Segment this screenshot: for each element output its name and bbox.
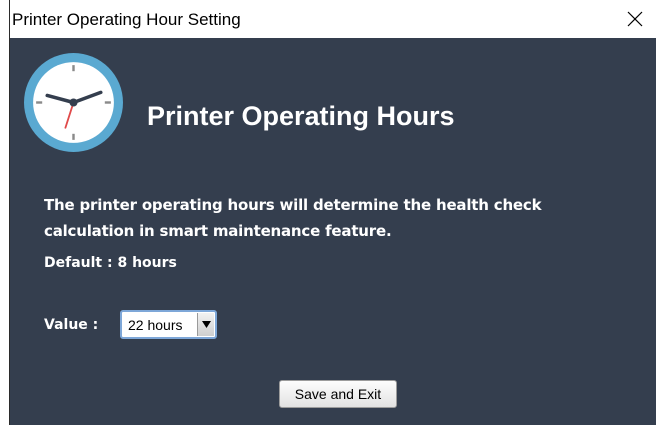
dialog-content: Printer Operating Hours The printer oper… [10, 38, 656, 425]
hours-select-value: 22 hours [128, 317, 183, 333]
save-and-exit-button[interactable]: Save and Exit [279, 380, 397, 408]
close-button[interactable] [614, 0, 656, 38]
description-text: The printer operating hours will determi… [44, 192, 542, 244]
hours-select[interactable]: 22 hours [120, 310, 217, 339]
close-icon [627, 11, 643, 27]
page-title: Printer Operating Hours [147, 101, 455, 131]
title-bar: Printer Operating Hour Setting [10, 0, 656, 38]
description-line-1: The printer operating hours will determi… [44, 196, 542, 214]
dialog-window: Printer Operating Hour Setting Printer O… [9, 0, 656, 425]
window-title: Printer Operating Hour Setting [12, 10, 241, 29]
description-line-2: calculation in smart maintenance feature… [44, 222, 392, 240]
default-value-text: Default : 8 hours [44, 255, 177, 271]
dropdown-arrow-button[interactable] [197, 313, 214, 336]
dropdown-arrow-icon [202, 321, 211, 328]
clock-icon [23, 52, 124, 153]
value-label: Value : [44, 317, 99, 333]
